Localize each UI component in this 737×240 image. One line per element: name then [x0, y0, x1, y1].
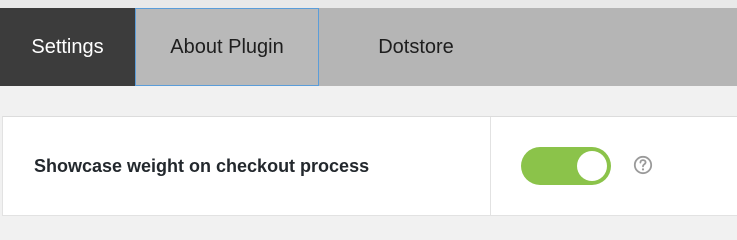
tab-about-plugin-label: About Plugin: [170, 35, 284, 58]
showcase-weight-toggle[interactable]: [521, 147, 611, 185]
toggle-knob: [577, 151, 607, 181]
tab-dotstore[interactable]: Dotstore: [319, 8, 513, 86]
top-strip: [0, 0, 737, 8]
tab-settings[interactable]: Settings: [0, 8, 135, 86]
setting-label: Showcase weight on checkout process: [34, 155, 370, 176]
tab-bar: Settings About Plugin Dotstore: [0, 8, 737, 86]
tab-about-plugin[interactable]: About Plugin: [135, 8, 319, 86]
column-divider: [490, 117, 491, 215]
settings-row: Showcase weight on checkout process: [2, 116, 737, 216]
tab-settings-label: Settings: [31, 35, 104, 58]
tab-dotstore-label: Dotstore: [378, 35, 454, 58]
question-circle-icon[interactable]: [633, 155, 653, 175]
